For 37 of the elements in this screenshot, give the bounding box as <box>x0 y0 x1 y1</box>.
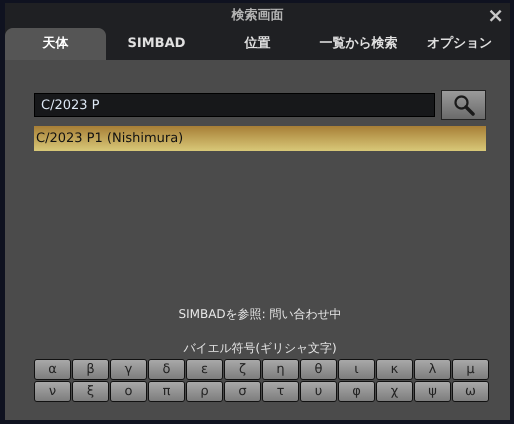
letter-key[interactable]: β <box>72 359 109 380</box>
letter-key[interactable]: ν <box>34 381 71 402</box>
letter-key[interactable]: κ <box>376 359 413 380</box>
section-label: バイエル符号(ギリシャ文字) <box>182 340 338 357</box>
tab[interactable]: オプション <box>409 28 510 60</box>
letter-key[interactable]: ζ <box>224 359 261 380</box>
close-button[interactable]: × <box>485 4 506 26</box>
status-text: SIMBADを参照: 問い合わせ中 <box>177 306 343 323</box>
letter-key[interactable]: π <box>148 381 185 402</box>
letter-key[interactable]: τ <box>262 381 299 402</box>
search-icon <box>452 94 474 116</box>
window-title: 検索画面 <box>232 6 284 25</box>
letter-key[interactable]: γ <box>110 359 147 380</box>
letter-key[interactable]: ω <box>452 381 489 402</box>
letter-key[interactable]: σ <box>224 381 261 402</box>
search-button[interactable] <box>441 90 486 120</box>
letter-key[interactable]: δ <box>148 359 185 380</box>
letter-key[interactable]: θ <box>300 359 337 380</box>
letter-key[interactable]: η <box>262 359 299 380</box>
letter-key[interactable]: α <box>34 359 71 380</box>
letter-key[interactable]: υ <box>300 381 337 402</box>
letter-key[interactable]: ι <box>338 359 375 380</box>
letter-key[interactable]: ε <box>186 359 223 380</box>
tab[interactable]: 位置 <box>207 28 308 60</box>
letter-key[interactable]: ψ <box>414 381 451 402</box>
letter-key[interactable]: λ <box>414 359 451 380</box>
tab[interactable]: 一覧から検索 <box>308 28 409 60</box>
letter-key[interactable]: μ <box>452 359 489 380</box>
letter-key[interactable]: φ <box>338 381 375 402</box>
result-item[interactable]: C/2023 P1 (Nishimura) <box>34 126 486 151</box>
tab[interactable]: 天体 <box>5 28 106 60</box>
letter-key[interactable]: ξ <box>72 381 109 402</box>
letter-key[interactable]: ο <box>110 381 147 402</box>
tab[interactable]: SIMBAD <box>106 28 207 60</box>
letter-key[interactable]: ρ <box>186 381 223 402</box>
search-field[interactable]: C/2023 P <box>34 93 435 117</box>
letter-key[interactable]: χ <box>376 381 413 402</box>
